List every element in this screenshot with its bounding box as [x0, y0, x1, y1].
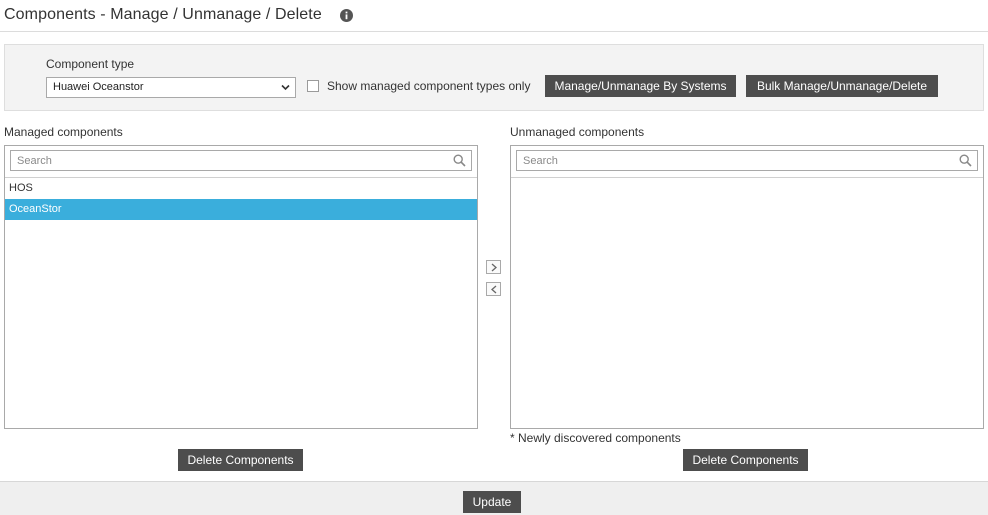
component-type-value: Huawei Oceanstor	[53, 81, 144, 93]
unmanaged-search-input[interactable]	[517, 151, 977, 170]
managed-search-input[interactable]	[11, 151, 471, 170]
search-icon[interactable]	[959, 154, 972, 167]
unmanaged-components-list[interactable]	[510, 145, 984, 429]
footer-bar: Update	[0, 481, 988, 515]
update-button[interactable]: Update	[463, 491, 521, 513]
component-type-select[interactable]: Huawei Oceanstor	[46, 77, 296, 98]
show-managed-only-checkbox[interactable]	[307, 80, 319, 92]
filter-panel: Component type Huawei Oceanstor Show man…	[4, 44, 984, 111]
list-divider	[511, 177, 983, 178]
newly-discovered-footnote: * Newly discovered components	[510, 431, 681, 445]
search-icon[interactable]	[453, 154, 466, 167]
move-to-managed-button[interactable]	[486, 282, 501, 296]
list-item-label: HOS	[9, 182, 33, 194]
title-bar: Components - Manage / Unmanage / Delete	[0, 0, 988, 32]
page-title: Components - Manage / Unmanage / Delete	[4, 6, 322, 23]
managed-components-list[interactable]: HOS OceanStor	[4, 145, 478, 429]
chevron-left-icon	[491, 285, 497, 294]
move-to-unmanaged-button[interactable]	[486, 260, 501, 274]
managed-components-label: Managed components	[4, 125, 123, 139]
delete-managed-components-button[interactable]: Delete Components	[178, 449, 303, 471]
unmanaged-search-box[interactable]	[516, 150, 978, 171]
managed-search-box[interactable]	[10, 150, 472, 171]
unmanaged-components-label: Unmanaged components	[510, 125, 645, 139]
component-type-label: Component type	[46, 57, 135, 71]
list-item-hos[interactable]: HOS	[5, 178, 477, 199]
chevron-right-icon	[491, 263, 497, 272]
manage-by-systems-button[interactable]: Manage/Unmanage By Systems	[545, 75, 736, 97]
bulk-manage-button[interactable]: Bulk Manage/Unmanage/Delete	[746, 75, 938, 97]
delete-unmanaged-components-button[interactable]: Delete Components	[683, 449, 808, 471]
chevron-down-icon	[281, 84, 290, 91]
info-icon[interactable]	[340, 9, 353, 22]
list-item-label: OceanStor	[9, 203, 62, 215]
list-item-oceanstor[interactable]: OceanStor	[5, 199, 477, 220]
show-managed-only-label[interactable]: Show managed component types only	[327, 79, 530, 93]
